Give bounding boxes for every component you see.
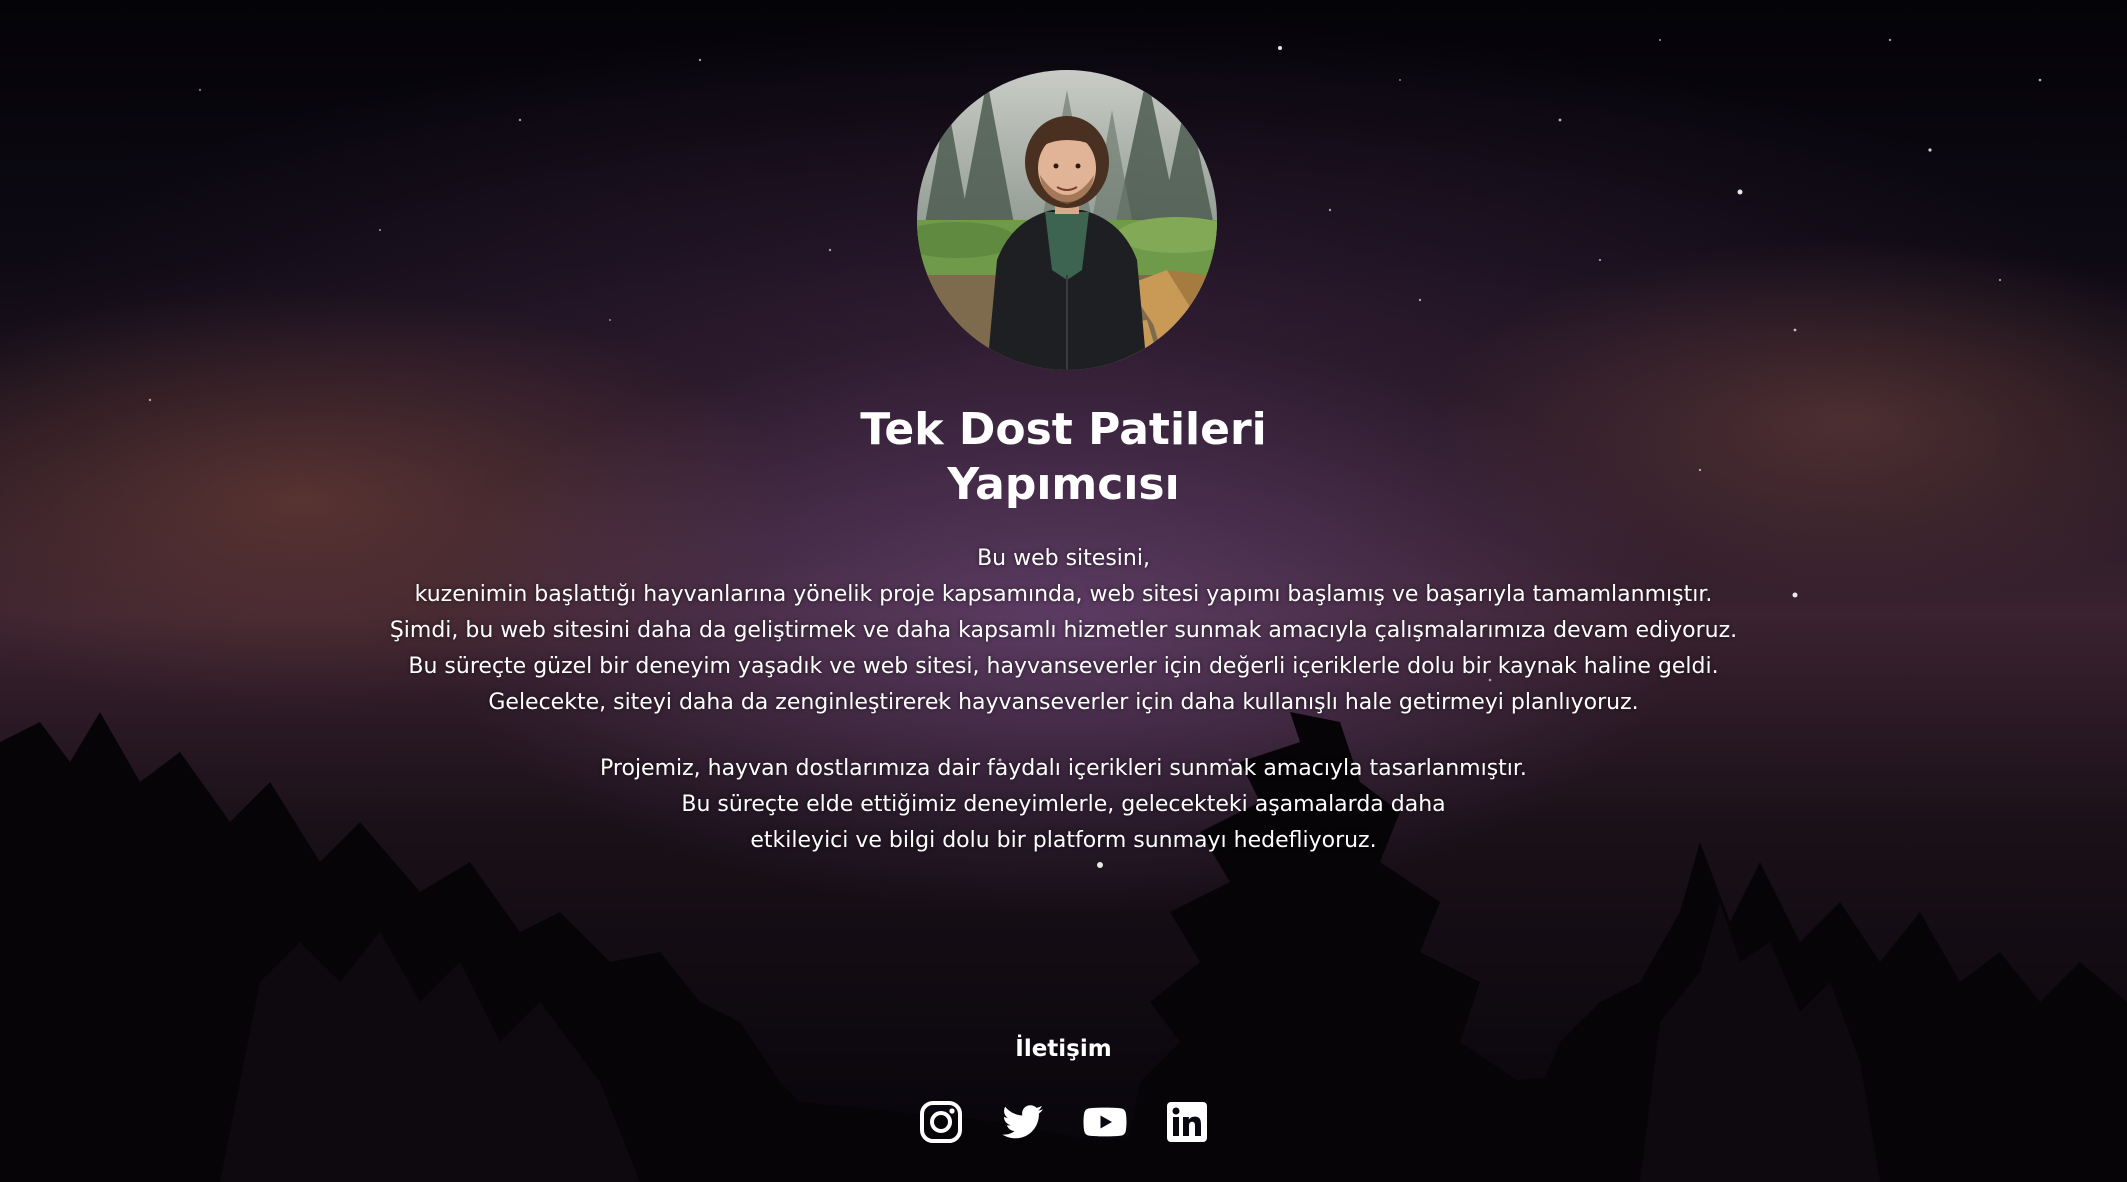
about-line: Bu süreçte elde ettiğimiz deneyimlerle, … [681,792,1446,817]
instagram-icon [919,1101,962,1143]
about-line: Bu web sitesini, [977,546,1150,571]
profile-photo [917,70,1217,370]
youtube-icon [1083,1107,1126,1137]
instagram-link[interactable] [919,1100,963,1144]
about-page: Tek Dost Patileri Yapımcısı Bu web sites… [0,0,2127,1182]
title-line-2: Yapımcısı [947,459,1180,510]
about-line: Projemiz, hayvan dostlarımıza dair fayda… [600,756,1527,781]
page-title: Tek Dost Patileri Yapımcısı [0,402,2127,512]
about-paragraph-2: Projemiz, hayvan dostlarımıza dair fayda… [0,751,2127,859]
social-links [0,1100,2127,1144]
about-line: etkileyici ve bilgi dolu bir platform su… [750,828,1377,853]
twitter-icon [1001,1105,1043,1139]
about-line: Şimdi, bu web sitesini daha da geliştirm… [389,618,1738,643]
linkedin-icon [1166,1102,1207,1142]
youtube-link[interactable] [1083,1100,1127,1144]
avatar [917,70,1217,370]
about-line: Bu süreçte güzel bir deneyim yaşadık ve … [408,654,1719,679]
about-paragraph-1: Bu web sitesini, kuzenimin başlattığı ha… [0,541,2127,721]
title-line-1: Tek Dost Patileri [860,404,1267,455]
contact-heading: İletişim [1015,1036,1112,1062]
about-line: Gelecekte, siteyi daha da zenginleştirer… [488,690,1639,715]
about-text: Bu web sitesini, kuzenimin başlattığı ha… [0,541,2127,859]
linkedin-link[interactable] [1165,1100,1209,1144]
twitter-link[interactable] [1001,1100,1045,1144]
about-line: kuzenimin başlattığı hayvanlarına yöneli… [414,582,1713,607]
